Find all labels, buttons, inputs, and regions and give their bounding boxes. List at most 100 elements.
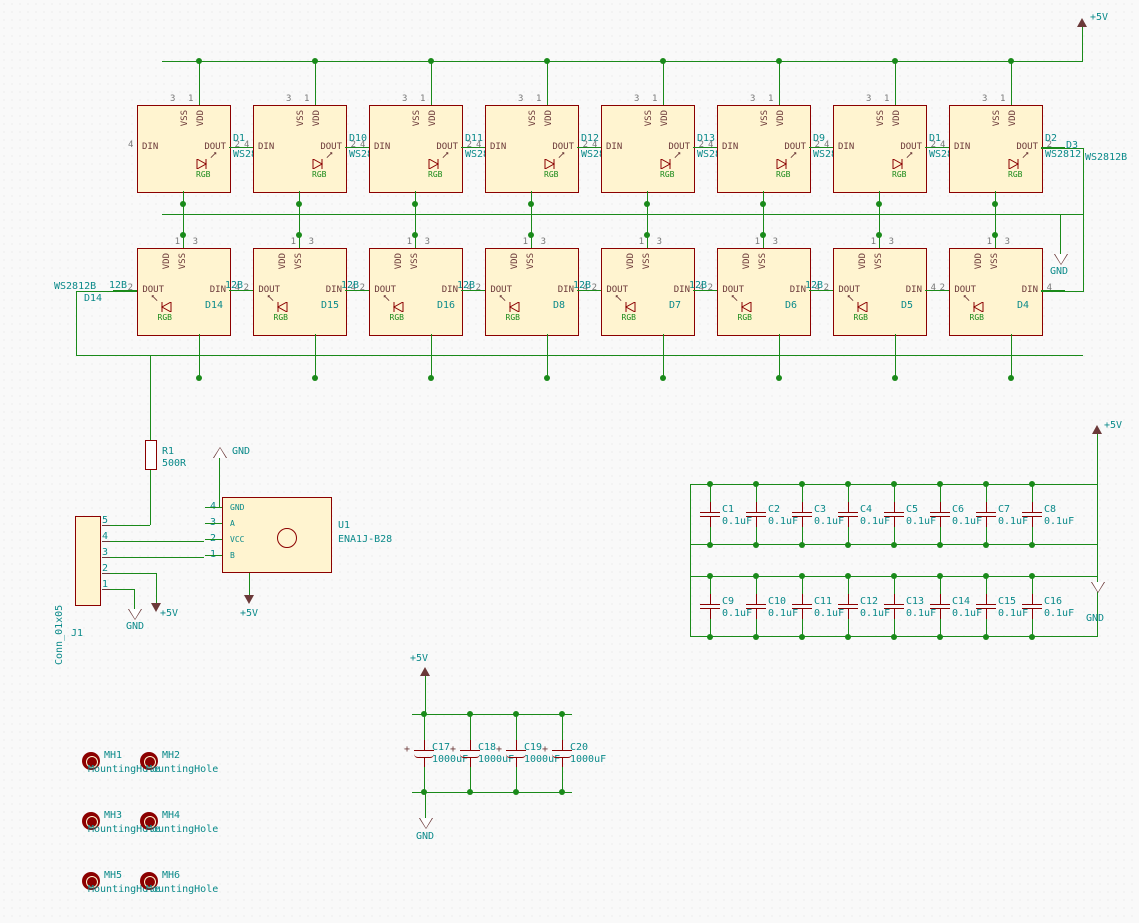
led-vdd-label: VDD [510, 253, 520, 269]
junction [891, 481, 897, 487]
resistor-r1 [145, 440, 157, 470]
cap-val-C4: 0.1uF [860, 516, 890, 527]
cap-val-C6: 0.1uF [952, 516, 982, 527]
cap-val-C14: 0.1uF [952, 608, 982, 619]
led-pin1: 1 [871, 237, 876, 247]
led-arrow-icon [146, 293, 160, 303]
cap-ref-C9: C9 [722, 596, 734, 607]
wire-caps-5v-v [1097, 434, 1098, 484]
wire-ecap-top [470, 714, 471, 740]
led-arrow-icon [904, 150, 918, 160]
u1-part: ENA1J-B28 [338, 534, 392, 545]
junction [760, 201, 766, 207]
led-pin4: 4 [940, 140, 945, 150]
cap-val-C2: 0.1uF [768, 516, 798, 527]
wire-u1-p3 [205, 523, 222, 524]
junction [983, 481, 989, 487]
led-rgb-icon [390, 301, 404, 311]
led-rgb-text: RGB [738, 313, 752, 322]
wire-j1p2 [110, 573, 156, 574]
cap-val-C8: 0.1uF [1044, 516, 1074, 527]
wire-u1-p1 [205, 555, 222, 556]
schematic-canvas: +5V GND /*placeholder to keep structure … [0, 0, 1139, 923]
junction [707, 481, 713, 487]
led-D4: VDD VSS DIN DOUT RGB 4 2 1 3 [949, 248, 1043, 336]
junction [180, 201, 186, 207]
led-vdd-label: VDD [162, 253, 172, 269]
led-vss-label: VSS [760, 110, 770, 126]
led-vdd-label: VDD [394, 253, 404, 269]
led-vdd-label: VDD [544, 110, 554, 126]
led-din-label: DIN [906, 285, 922, 295]
cap-ref-C3: C3 [814, 504, 826, 515]
junction [1029, 481, 1035, 487]
junction [799, 573, 805, 579]
junction [845, 481, 851, 487]
led-rgb-text: RGB [390, 313, 404, 322]
u1-a: A [230, 519, 235, 528]
j1-p5: 5 [102, 515, 108, 526]
led-bot-12b: 12B [341, 280, 359, 291]
u1-gnd: GND [230, 503, 244, 512]
led-vss-label: VSS [528, 110, 538, 126]
led-pin1: 1 [407, 237, 412, 247]
cap-val-C7: 0.1uF [998, 516, 1028, 527]
junction [707, 542, 713, 548]
gnd-caps-label: GND [1086, 613, 1104, 624]
ecap-ref-C20: C20 [570, 742, 588, 753]
wire-ecap-top [516, 714, 517, 740]
led-vss-label: VSS [180, 110, 190, 126]
cap-val-C3: 0.1uF [814, 516, 844, 527]
led-vss-label: VSS [644, 110, 654, 126]
led-pin1: 1 [291, 237, 296, 247]
junction [513, 789, 519, 795]
led-rgb-icon [622, 301, 636, 311]
led-bot-12b: 12B [225, 280, 243, 291]
cap-ref-C6: C6 [952, 504, 964, 515]
led-vss-label: VSS [410, 253, 420, 269]
wire-led-vdd [431, 334, 432, 378]
led-pin4: 4 [824, 140, 829, 150]
wire-caps-gnd-v [1097, 544, 1098, 582]
wire-j1p4 [110, 541, 204, 542]
junction [876, 201, 882, 207]
cap-ref-C10: C10 [768, 596, 786, 607]
led-vdd-label: VDD [742, 253, 752, 269]
led-D9: VDD VSS DIN DOUT RGB 4 2 1 3 [717, 105, 811, 193]
junction [892, 375, 898, 381]
plus5v-j1-label: +5V [160, 608, 178, 619]
led-din-label: DIN [490, 142, 506, 152]
led-bot-12b: 12B [689, 280, 707, 291]
led-d3-part: WS2812B [1085, 152, 1127, 163]
cap-ref-C1: C1 [722, 504, 734, 515]
plus5v-u1-arrow [244, 595, 254, 604]
wire-led-vdd [663, 61, 664, 105]
cap-ref-C4: C4 [860, 504, 872, 515]
led-D15: VDD VSS DIN DOUT RGB 4 2 1 3 [253, 248, 347, 336]
led-pin1: 1 [768, 94, 773, 104]
led-pin3: 3 [193, 237, 198, 247]
connector-j1 [75, 516, 101, 606]
junction [753, 634, 759, 640]
cap-ref-C15: C15 [998, 596, 1016, 607]
led-din-label: DIN [722, 142, 738, 152]
wire-led-vdd [663, 334, 664, 378]
led-din-label: DIN [954, 142, 970, 152]
bot-left-ref: D14 [84, 293, 102, 304]
junction [428, 58, 434, 64]
led-vdd-label: VDD [858, 253, 868, 269]
cap-ref-C12: C12 [860, 596, 878, 607]
led-rgb-text: RGB [506, 313, 520, 322]
gnd-u1-top-label: GND [232, 446, 250, 457]
junction [660, 58, 666, 64]
led-D14: VDD VSS DIN DOUT RGB 4 2 1 3 [137, 248, 231, 336]
wire-u1-p2 [205, 539, 222, 540]
led-arrow-icon [440, 150, 454, 160]
wire-r1-down [150, 470, 151, 525]
wire-led-vss [879, 204, 880, 248]
led-pin3: 3 [286, 94, 291, 104]
wire-led-vdd [199, 334, 200, 378]
led-vdd-label: VDD [312, 110, 322, 126]
junction [776, 375, 782, 381]
led-pin4: 4 [128, 140, 133, 150]
